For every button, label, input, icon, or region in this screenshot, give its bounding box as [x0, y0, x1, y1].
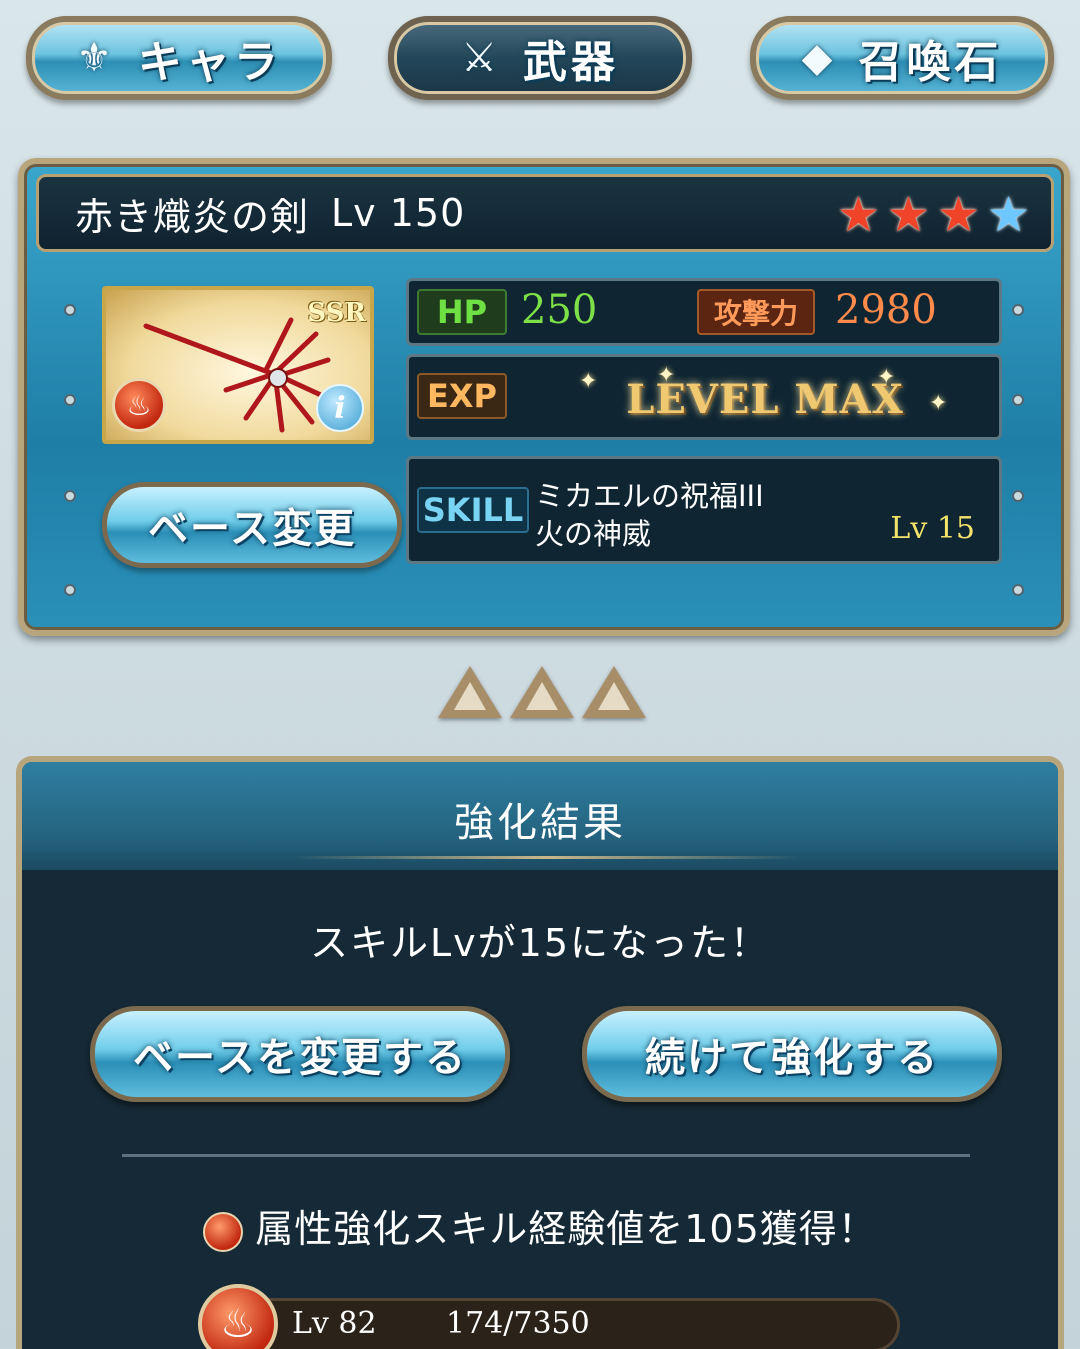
info-icon[interactable]: i	[316, 384, 364, 432]
chara-icon: ⚜	[76, 35, 116, 81]
star-icon: ★	[936, 187, 981, 243]
star-empty-icon: ★	[986, 187, 1031, 243]
skill-row[interactable]: SKILL ミカエルの祝福III 火の神威 Lv 15	[406, 456, 1002, 564]
base-change-button[interactable]: ベース変更	[102, 482, 402, 568]
rivet	[1012, 490, 1024, 502]
continue-upgrade-button[interactable]: 続けて強化する	[582, 1006, 1002, 1102]
tab-chara[interactable]: ⚜ キャラ	[26, 16, 332, 100]
skill-label: SKILL	[417, 487, 529, 533]
element-exp-level: Lv 82	[292, 1306, 377, 1341]
result-header: 強化結果	[22, 762, 1058, 870]
result-title: 強化結果	[454, 800, 626, 846]
uncap-indicator	[438, 666, 646, 718]
weapon-portrait[interactable]: SSR ♨ i	[102, 286, 374, 444]
hp-value: 250	[521, 287, 598, 333]
fire-element-icon	[203, 1211, 244, 1252]
rivet	[1012, 394, 1024, 406]
tab-chara-label: キャラ	[137, 37, 282, 88]
skill-level: Lv 15	[890, 511, 975, 546]
divider	[122, 1154, 970, 1157]
element-exp-text: 属性強化スキル経験値を105獲得！	[255, 1207, 877, 1251]
star-icon: ★	[886, 187, 931, 243]
element-exp-progress: 174/7350	[446, 1306, 590, 1341]
weapon-panel: 赤き熾炎の剣 Lv 150 ★ ★ ★ ★ SSR ♨ i ベース変更 HP 2…	[18, 158, 1070, 636]
skill-name-1: ミカエルの祝福III	[535, 479, 764, 513]
element-exp-message: 属性強化スキル経験値を105獲得！	[22, 1198, 1058, 1253]
weapon-icon: ⚔	[461, 35, 501, 81]
rivet	[64, 584, 76, 596]
tab-weapon[interactable]: ⚔ 武器	[388, 16, 692, 100]
result-panel: 強化結果 スキルLvが15になった！ ベースを変更する 続けて強化する 属性強化…	[16, 756, 1064, 1349]
weapon-name: 赤き熾炎の剣	[75, 194, 310, 239]
rivet	[64, 304, 76, 316]
uncap-triangle-icon	[510, 666, 574, 718]
rivet	[64, 490, 76, 502]
tab-summon-label: 召喚石	[858, 37, 1003, 88]
divider	[292, 856, 800, 859]
atk-label: 攻撃力	[697, 289, 815, 335]
rivet	[64, 394, 76, 406]
fire-element-icon: ♨	[112, 378, 166, 432]
weapon-title-bar: 赤き熾炎の剣 Lv 150 ★ ★ ★ ★	[36, 174, 1054, 252]
uncap-triangle-icon	[438, 666, 502, 718]
result-message: スキルLvが15になった！	[309, 921, 770, 965]
uncap-triangle-icon	[582, 666, 646, 718]
level-max-text: LEVEL MAX	[626, 375, 904, 423]
summon-stone-icon: ◆	[801, 35, 837, 81]
exp-row: EXP ✦ ✦ ✦ ✦ LEVEL MAX	[406, 354, 1002, 440]
stats-row: HP 250 攻撃力 2980	[406, 278, 1002, 346]
hp-label: HP	[417, 289, 507, 335]
rivet	[1012, 304, 1024, 316]
atk-value: 2980	[835, 287, 937, 333]
tab-summon[interactable]: ◆ 召喚石	[750, 16, 1054, 100]
weapon-level: Lv 150	[331, 191, 466, 235]
rivet	[1012, 584, 1024, 596]
ssr-badge: SSR	[307, 298, 366, 328]
change-base-button[interactable]: ベースを変更する	[90, 1006, 510, 1102]
skill-name-2: 火の神威	[535, 517, 652, 551]
fire-element-icon: ♨	[198, 1284, 278, 1349]
tab-weapon-label: 武器	[522, 37, 619, 88]
rarity-stars: ★ ★ ★ ★	[837, 187, 1031, 243]
star-icon: ★	[836, 187, 881, 243]
exp-label: EXP	[417, 373, 507, 419]
